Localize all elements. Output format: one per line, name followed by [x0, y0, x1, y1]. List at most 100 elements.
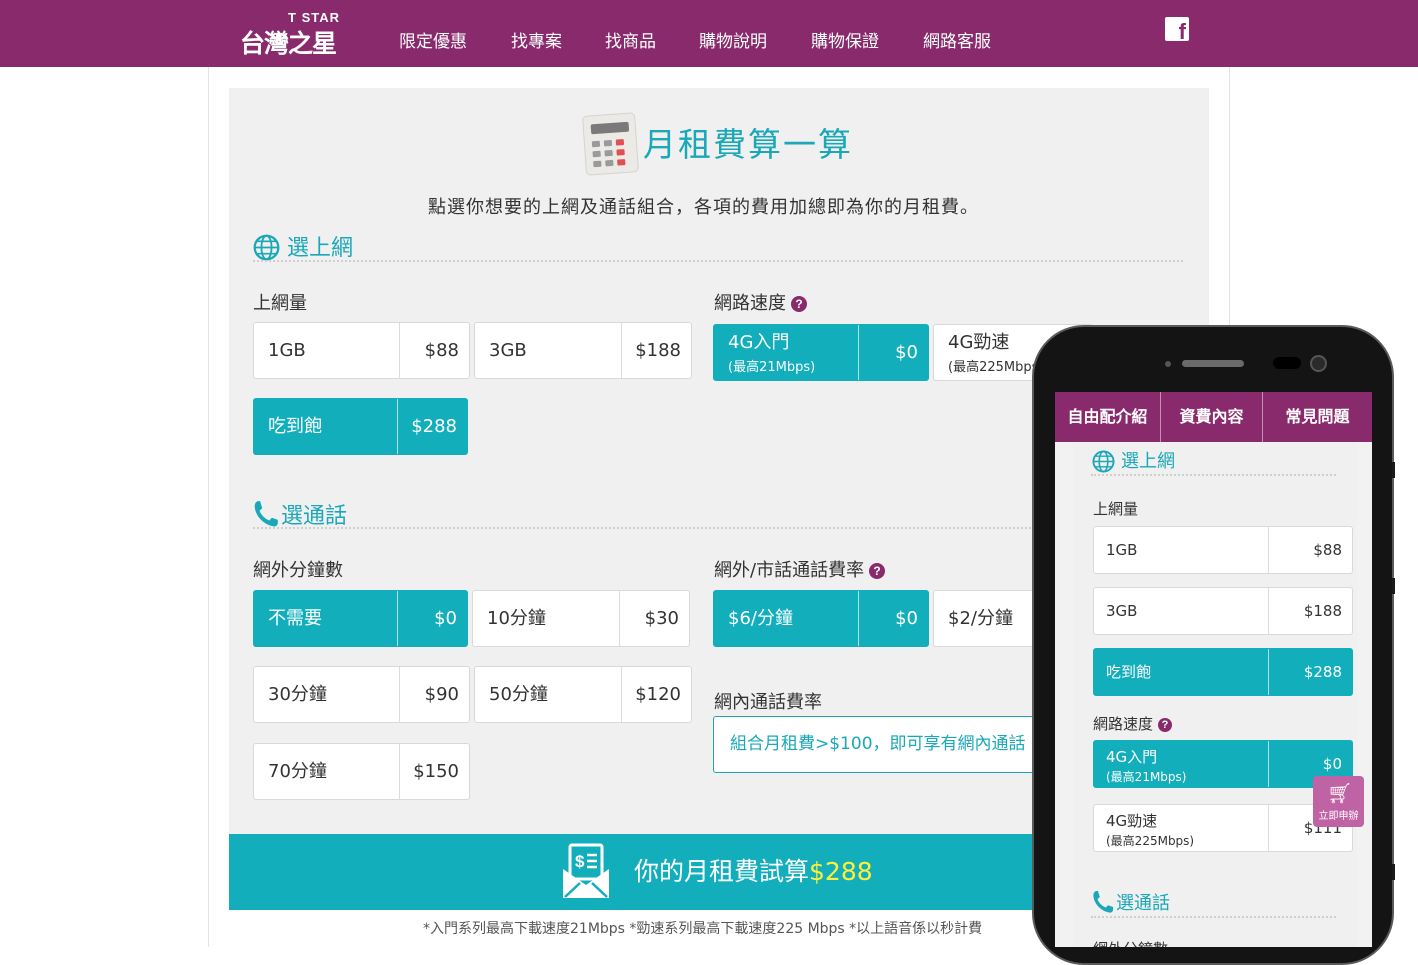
nav-item-shopping-guide[interactable]: 購物說明 [699, 27, 767, 52]
option-name: 吃到飽 [268, 416, 322, 437]
option-price: $288 [397, 399, 467, 454]
onnet-info-box: 組合月租費>$100，即可享有網內通話 [713, 716, 1053, 773]
mobile-option-3gb[interactable]: 3GB $188 [1093, 587, 1353, 635]
total-display: 你的月租費試算$288 [634, 852, 873, 888]
tab-intro[interactable]: 自由配介紹 [1055, 392, 1160, 442]
mobile-section-title-data: 選上網 [1121, 451, 1175, 472]
label-text: 網路速度 [1093, 715, 1154, 733]
label-text: 網路速度 [714, 293, 786, 314]
phone-icon [254, 501, 278, 527]
help-icon[interactable]: ? [1158, 717, 1173, 732]
nav-item-products[interactable]: 找商品 [605, 27, 656, 52]
option-price: $0 [397, 591, 467, 646]
phone-sensor [1165, 361, 1171, 367]
option-price: $150 [399, 744, 469, 799]
option-name: 4G勁速 [1106, 812, 1158, 830]
option-name: $6/分鐘 [728, 608, 793, 629]
option-price: $120 [621, 667, 691, 722]
phone-screen: 自由配介紹 資費內容 常見問題 選上網 上網量 1GB $88 3GB $188… [1055, 392, 1372, 947]
option-name: 3GB [489, 340, 527, 361]
phone-camera [1310, 355, 1327, 372]
cart-label: 立即申辦 [1318, 811, 1359, 822]
option-price: $30 [619, 591, 689, 646]
phone-side-button [1392, 462, 1395, 478]
help-icon[interactable]: ? [869, 563, 886, 579]
option-data-1gb[interactable]: 1GB $88 [253, 322, 470, 379]
section-title-data: 選上網 [287, 236, 354, 261]
calculator-title: 月租費算一算 [643, 125, 853, 164]
label-offnet-minutes: 網外分鐘數 [253, 560, 343, 581]
phone-sensor-pill [1273, 357, 1301, 369]
option-price: $88 [1268, 527, 1352, 573]
option-subtext: (最高225Mbps) [948, 360, 1044, 375]
phone-side-button [1392, 864, 1395, 880]
mobile-option-unlimited[interactable]: 吃到飽 $288 [1093, 648, 1353, 696]
option-name: 不需要 [268, 608, 322, 629]
option-price: $188 [1268, 588, 1352, 634]
section-divider [253, 260, 1183, 262]
option-name: $2/分鐘 [948, 608, 1013, 629]
option-minutes-none[interactable]: 不需要 $0 [253, 590, 468, 647]
option-minutes-70[interactable]: 70分鐘 $150 [253, 743, 470, 800]
mobile-label-volume: 上網量 [1093, 500, 1139, 518]
option-name: 50分鐘 [489, 684, 548, 705]
label-onnet-rate: 網內通話費率 [714, 692, 822, 713]
logo-text-en: T STAR [288, 10, 340, 25]
option-subtext: (最高225Mbps) [1106, 834, 1195, 848]
option-name: 30分鐘 [268, 684, 327, 705]
bill-envelope-icon: $ [563, 843, 609, 898]
option-rate-6[interactable]: $6/分鐘 $0 [713, 590, 929, 647]
mobile-label-speed: 網路速度? [1093, 713, 1173, 734]
label-offnet-rate: 網外/市話通話費率? [714, 556, 886, 582]
tab-rates[interactable]: 資費內容 [1161, 392, 1262, 442]
option-name: 10分鐘 [487, 608, 546, 629]
option-name: 吃到飽 [1106, 663, 1152, 681]
mobile-tab-bar: 自由配介紹 資費內容 常見問題 [1055, 392, 1372, 442]
option-data-3gb[interactable]: 3GB $188 [474, 322, 692, 379]
option-data-unlimited[interactable]: 吃到飽 $288 [253, 398, 468, 455]
total-label: 你的月租費試算 [634, 857, 810, 886]
phone-icon [1093, 891, 1114, 913]
tab-faq[interactable]: 常見問題 [1263, 392, 1372, 442]
option-price: $90 [399, 667, 469, 722]
nav-item-guarantee[interactable]: 購物保證 [811, 27, 879, 52]
option-price: $0 [858, 591, 928, 646]
mobile-section-title-call: 選通話 [1116, 893, 1170, 914]
option-name: 70分鐘 [268, 761, 327, 782]
calculator-icon [581, 112, 640, 176]
option-subtext: (最高21Mbps) [728, 360, 816, 375]
option-speed-basic[interactable]: 4G入門 (最高21Mbps) $0 [713, 324, 929, 381]
label-network-speed: 網路速度? [714, 289, 807, 315]
mobile-label-minutes: 網外分鐘數 [1093, 938, 1168, 947]
svg-text:$: $ [575, 852, 585, 871]
footnote: *入門系列最高下載速度21Mbps *勁速系列最高下載速度225 Mbps *以… [423, 921, 983, 937]
nav-item-customer-service[interactable]: 網路客服 [923, 27, 991, 52]
phone-speaker [1182, 360, 1244, 367]
section-title-call: 選通話 [281, 504, 348, 529]
facebook-icon[interactable]: f [1165, 17, 1189, 43]
apply-now-cart-button[interactable]: 🛒︎ 立即申辦 [1313, 776, 1364, 827]
option-name: 4G勁速 [948, 332, 1010, 353]
globe-icon [253, 234, 280, 261]
mobile-option-1gb[interactable]: 1GB $88 [1093, 526, 1353, 574]
option-minutes-10[interactable]: 10分鐘 $30 [472, 590, 690, 647]
option-name: 1GB [268, 340, 306, 361]
option-name: 4G入門 [1106, 748, 1158, 766]
option-price: $0 [858, 325, 928, 380]
option-price: $88 [399, 323, 469, 378]
option-minutes-50[interactable]: 50分鐘 $120 [474, 666, 692, 723]
phone-side-button [1392, 578, 1395, 594]
nav-item-plans[interactable]: 找專案 [511, 27, 562, 52]
option-name: 1GB [1106, 541, 1138, 559]
help-icon[interactable]: ? [791, 296, 807, 312]
section-divider [1091, 474, 1336, 476]
logo-text-zh: 台灣之星 [240, 29, 337, 58]
option-minutes-30[interactable]: 30分鐘 $90 [253, 666, 470, 723]
total-value: $288 [809, 857, 873, 886]
label-text: 網外/市話通話費率 [714, 560, 865, 581]
tstar-logo[interactable]: T STAR 台灣之星 [240, 10, 344, 58]
section-divider [1091, 916, 1336, 918]
option-name: 3GB [1106, 602, 1138, 620]
cart-icon: 🛒︎ [1327, 781, 1353, 805]
nav-item-offers[interactable]: 限定優惠 [399, 27, 467, 52]
